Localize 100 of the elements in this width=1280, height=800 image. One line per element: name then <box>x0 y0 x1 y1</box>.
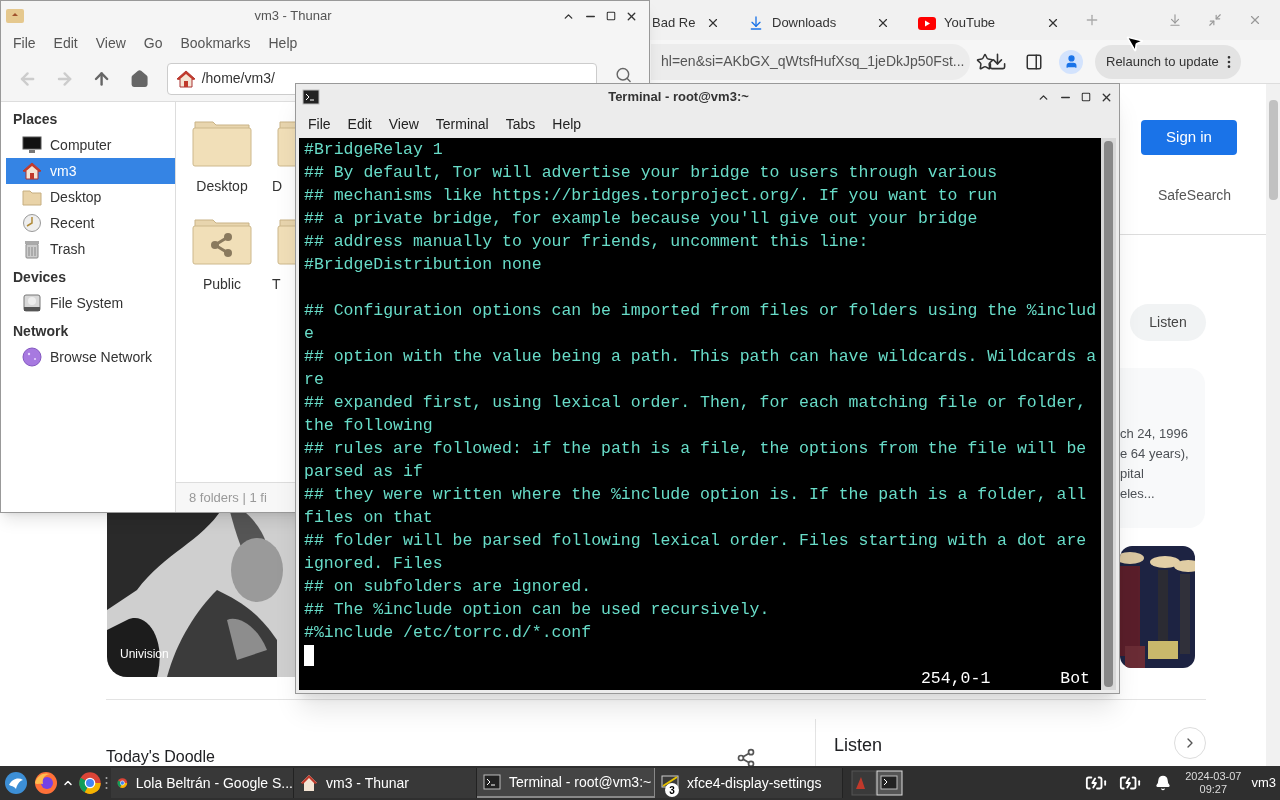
sidebar-heading: Devices <box>12 267 67 287</box>
browser-tab[interactable]: YouTube <box>900 6 1070 40</box>
card-text: eles... <box>1120 485 1155 503</box>
download-icon <box>748 15 764 31</box>
terminal-line: ## rules are followed: if the path is a file, the options from the file will be <box>304 438 1087 460</box>
folder-label[interactable]: T <box>272 274 281 295</box>
menu-item[interactable]: Edit <box>53 33 78 54</box>
terminal-line: files on that <box>304 507 433 529</box>
close-tab-icon[interactable] <box>876 16 890 30</box>
drag-handle-icon <box>105 776 108 790</box>
drive-icon <box>22 293 42 313</box>
scrollbar-thumb[interactable] <box>1268 100 1278 200</box>
folder-label[interactable]: Public <box>202 274 242 295</box>
sidebar-item[interactable]: vm3 <box>6 158 175 184</box>
window-count-badge: 3 <box>665 783 679 797</box>
menu-item[interactable]: File <box>13 33 36 54</box>
trash-icon <box>22 239 42 259</box>
sidebar-item[interactable]: File System <box>6 290 175 316</box>
menu-item[interactable]: Bookmarks <box>180 33 251 54</box>
terminal-line: re <box>304 369 324 391</box>
sidebar-item[interactable]: Trash <box>6 236 175 262</box>
bookmark-star-icon[interactable] <box>976 52 995 71</box>
maximize-icon[interactable] <box>1081 92 1091 102</box>
menu-item[interactable]: Help <box>268 33 298 54</box>
share-icon[interactable] <box>736 748 756 766</box>
bird-icon[interactable] <box>4 771 28 795</box>
globe-icon <box>22 347 42 367</box>
maximize-icon[interactable] <box>606 11 616 21</box>
menu-item[interactable]: File <box>308 113 331 135</box>
close-tab-icon[interactable] <box>706 16 720 30</box>
terminal-line: ## a private bridge, for example because you'll give out your bridge <box>304 208 978 230</box>
side-panel-icon[interactable] <box>1025 52 1043 71</box>
app-icon <box>6 9 24 23</box>
terminal-line: ignored. Files <box>304 553 443 575</box>
sidebar-heading: Network <box>12 321 70 341</box>
text-cursor <box>304 645 314 666</box>
folder-label[interactable]: Desktop <box>196 176 248 197</box>
chrome-icon[interactable] <box>78 771 102 795</box>
firefox-icon[interactable] <box>34 771 58 795</box>
menu-item[interactable]: Help <box>552 113 582 135</box>
relaunch-button[interactable]: Relaunch to update <box>1095 44 1241 79</box>
sidebar-item[interactable]: Recent <box>6 210 175 236</box>
search-icon[interactable] <box>614 66 632 84</box>
terminal-line: ## folder will be parsed following lexical order. Files starting with a dot are <box>304 530 1087 552</box>
workspace-pager[interactable] <box>851 769 903 797</box>
youtube-icon <box>918 16 936 30</box>
scroll-position: Bot <box>1060 668 1090 690</box>
home-icon[interactable] <box>129 68 149 89</box>
terminal-line: parsed as if <box>304 461 423 483</box>
menu-item[interactable]: Go <box>143 33 163 54</box>
doodle-title: Today's Doodle <box>106 748 215 766</box>
user-name[interactable]: vm3 <box>1251 773 1276 793</box>
sidebar-item[interactable]: Computer <box>6 132 175 158</box>
terminal-line: ## Configuration options can be imported from files or folders using the %includ <box>304 300 1097 322</box>
card-text: pital <box>1120 465 1144 483</box>
status-text: 8 folders | 1 fi <box>189 488 267 507</box>
browser-tab[interactable]: Bad Re <box>650 6 730 40</box>
clock[interactable]: 2024-03-07 09:27 <box>1185 770 1242 796</box>
card-text: ch 24, 1996 <box>1120 425 1188 443</box>
taskbar-button[interactable]: Lola Beltrán - Google S... <box>111 768 294 798</box>
download-icon[interactable] <box>988 52 1007 71</box>
terminal-icon <box>483 773 501 791</box>
terminal-line: ## The %include option can be used recursively. <box>304 599 770 621</box>
menu-item[interactable]: Terminal <box>435 113 489 135</box>
sign-in-button[interactable]: Sign in <box>1141 120 1237 155</box>
notification-icon[interactable] <box>1155 775 1172 791</box>
home-icon <box>22 161 42 181</box>
browser-tab[interactable]: Downloads <box>730 6 900 40</box>
terminal-line: ## expanded first, using lexical order. Then, for each matching file or folder, <box>304 392 1087 414</box>
clock-icon <box>22 213 42 233</box>
terminal-line: ## on subfolders are ignored. <box>304 576 592 598</box>
menu-item[interactable]: Edit <box>347 113 372 135</box>
listen-heading: Listen <box>834 734 883 757</box>
card-text: e 64 years), <box>1120 445 1189 463</box>
terminal-line: the following <box>304 415 433 437</box>
terminal-line: ## By default, Tor will advertise your bridge to users through various <box>304 162 998 184</box>
terminal-line: ## mechanisms like https://bridges.torproject.org/. If you want to run <box>304 185 998 207</box>
menu-item[interactable]: Tabs <box>505 113 536 135</box>
window-title: vm3 - Thunar <box>253 7 333 26</box>
sidebar-item[interactable]: Browse Network <box>6 344 175 370</box>
terminal-line: e <box>304 323 314 345</box>
terminal-line: ## address manually to your friends, uncomment this line: <box>304 231 869 253</box>
profile-icon[interactable] <box>1059 49 1083 74</box>
close-tab-icon[interactable] <box>1046 16 1060 30</box>
menu-item[interactable]: View <box>95 33 126 54</box>
listen-chip[interactable]: Listen <box>1130 304 1206 341</box>
window-title: Terminal - root@vm3:~ <box>607 88 750 107</box>
folder-label[interactable]: D <box>272 176 283 197</box>
home-icon <box>175 68 196 89</box>
folder-icon <box>22 187 42 207</box>
taskbar-button[interactable]: Terminal - root@vm3:~ <box>477 768 655 798</box>
monitor-icon <box>22 135 42 155</box>
scrollbar[interactable] <box>1266 84 1280 766</box>
sidebar-item[interactable]: Desktop <box>6 184 175 210</box>
safesearch-link[interactable]: SafeSearch <box>1158 185 1232 206</box>
taskbar-button[interactable]: vm3 - Thunar <box>294 768 477 798</box>
terminal-line: ## they were written where the %include option is. If the path is a folder, all <box>304 484 1087 506</box>
menu-item[interactable]: View <box>388 113 419 135</box>
terminal-line: #BridgeRelay 1 <box>304 139 443 161</box>
terminal-line: #BridgeDistribution none <box>304 254 542 276</box>
